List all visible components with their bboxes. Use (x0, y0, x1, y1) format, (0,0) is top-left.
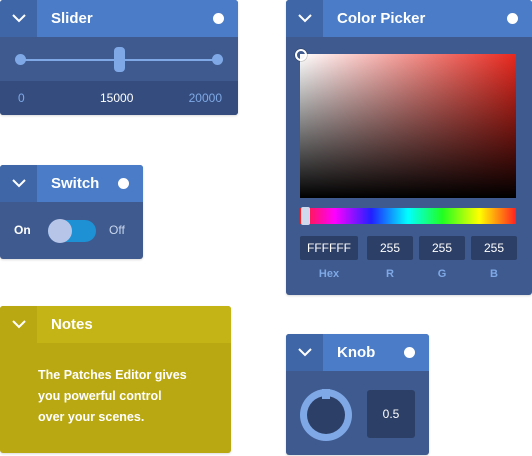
notes-title: Notes (51, 316, 93, 333)
hue-slider-thumb[interactable] (301, 207, 310, 225)
slider-panel: Slider 0 15000 20000 (0, 0, 238, 115)
chevron-down-icon (297, 14, 312, 23)
slider-min-label: 0 (18, 91, 25, 105)
chevron-down-icon (11, 14, 26, 23)
chevron-down-icon (11, 179, 26, 188)
knob-dial[interactable] (300, 389, 352, 441)
slider-thumb[interactable] (114, 47, 125, 72)
slider-port-dot[interactable] (213, 13, 224, 24)
knob-dial-center (307, 396, 345, 434)
chevron-down-icon (297, 348, 312, 357)
red-input[interactable]: 255 (367, 236, 413, 260)
hue-slider[interactable] (300, 208, 516, 224)
hex-input[interactable]: FFFFFF (300, 236, 358, 260)
green-label: G (437, 268, 447, 280)
knob-collapse-button[interactable] (286, 334, 323, 371)
color-picker-collapse-button[interactable] (286, 0, 323, 37)
color-picker-header: Color Picker (286, 0, 532, 37)
color-picker-port-dot[interactable] (507, 13, 518, 24)
switch-panel: Switch On Off (0, 165, 143, 259)
slider-min-stop (15, 54, 26, 65)
color-picker-title: Color Picker (337, 10, 426, 27)
switch-port-dot[interactable] (118, 178, 129, 189)
switch-on-label: On (14, 223, 31, 237)
hex-label: Hex (318, 268, 340, 280)
switch-header: Switch (0, 165, 143, 202)
toggle-thumb[interactable] (48, 219, 72, 243)
knob-title: Knob (337, 344, 376, 361)
notes-header: Notes (0, 306, 231, 343)
notes-collapse-button[interactable] (0, 306, 37, 343)
red-label: R (386, 268, 394, 280)
chevron-down-icon (11, 320, 26, 329)
slider-footer: 0 15000 20000 (0, 81, 238, 115)
color-area-handle[interactable] (295, 49, 307, 61)
switch-collapse-button[interactable] (0, 165, 37, 202)
slider-value-label: 15000 (100, 91, 134, 105)
knob-port-dot[interactable] (404, 347, 415, 358)
switch-title: Switch (51, 175, 100, 192)
blue-input[interactable]: 255 (471, 236, 517, 260)
notes-panel: Notes The Patches Editor gives you power… (0, 306, 231, 453)
slider-title: Slider (51, 10, 93, 27)
notes-text[interactable]: The Patches Editor gives you powerful co… (38, 365, 218, 428)
slider-max-stop (212, 54, 223, 65)
slider-collapse-button[interactable] (0, 0, 37, 37)
slider-max-label: 20000 (188, 91, 222, 105)
knob-header: Knob (286, 334, 429, 371)
knob-indicator (322, 389, 330, 399)
saturation-value-area[interactable] (300, 54, 516, 198)
slider-header: Slider (0, 0, 238, 37)
knob-value-display[interactable]: 0.5 (367, 390, 415, 438)
green-input[interactable]: 255 (419, 236, 465, 260)
color-picker-panel: Color Picker FFFFFF 255 255 255 Hex R G … (286, 0, 532, 295)
switch-off-label: Off (109, 223, 125, 237)
blue-label: B (490, 268, 498, 280)
knob-panel: Knob 0.5 (286, 334, 429, 455)
